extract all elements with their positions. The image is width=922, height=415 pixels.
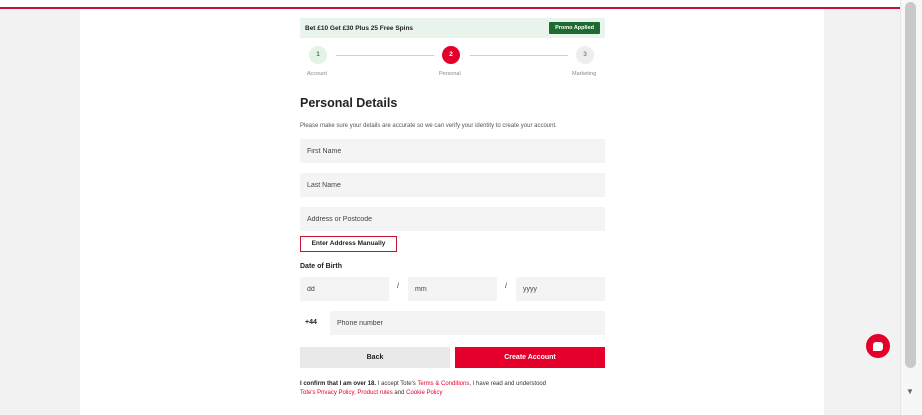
cookie-policy-link[interactable]: Cookie Policy	[406, 390, 442, 396]
step-3-circle: 3	[576, 46, 594, 64]
step-2-circle: 2	[442, 46, 460, 64]
scroll-down-arrow-icon[interactable]: ▼	[903, 386, 917, 398]
create-account-button[interactable]: Create Account	[455, 347, 605, 368]
legal-text: I accept Tote's	[376, 381, 418, 387]
phone-field	[330, 311, 605, 335]
step-1-label: Account	[307, 71, 327, 77]
header-accent-rule	[0, 7, 900, 9]
page-title: Personal Details	[300, 96, 398, 110]
promo-banner: Bet £10 Get £30 Plus 25 Free Spins Promo…	[300, 18, 605, 38]
terms-link[interactable]: Terms & Conditions	[417, 381, 469, 387]
page-subtitle: Please make sure your details are accura…	[300, 123, 557, 129]
step-2-label: Personal	[439, 71, 461, 77]
back-button[interactable]: Back	[300, 347, 450, 368]
last-name-field	[300, 173, 605, 197]
dob-day-input[interactable]	[300, 277, 389, 301]
address-input[interactable]	[300, 207, 605, 231]
stepper-connector-2	[470, 55, 568, 56]
step-3-label: Marketing	[572, 71, 597, 77]
phone-country-code: +44	[305, 319, 317, 326]
dob-label: Date of Birth	[300, 263, 342, 270]
chat-button[interactable]	[866, 334, 890, 358]
dob-separator: /	[397, 283, 399, 290]
dob-day-field	[300, 277, 389, 301]
legal-consent-text: I confirm that I am over 18. I accept To…	[300, 380, 610, 398]
dob-month-field	[408, 277, 497, 301]
first-name-field	[300, 139, 605, 163]
dob-month-input[interactable]	[408, 277, 497, 301]
stepper-connector-1	[336, 55, 434, 56]
product-rules-link[interactable]: Product rules	[357, 390, 392, 396]
promo-text: Bet £10 Get £30 Plus 25 Free Spins	[305, 24, 414, 32]
right-gutter	[824, 9, 900, 415]
legal-text: , I have read and understood	[469, 381, 547, 387]
phone-input[interactable]	[330, 311, 605, 335]
registration-stepper: 1 2 3 Account Personal Marketing	[300, 46, 605, 82]
dob-separator: /	[505, 283, 507, 290]
last-name-input[interactable]	[300, 173, 605, 197]
enter-address-manually-button[interactable]: Enter Address Manually	[300, 236, 397, 252]
privacy-policy-link[interactable]: Tote's Privacy Policy	[300, 390, 354, 396]
chat-icon	[873, 341, 883, 351]
age-confirmation: I confirm that I am over 18.	[300, 381, 377, 387]
dob-year-field	[516, 277, 605, 301]
dob-year-input[interactable]	[516, 277, 605, 301]
step-1-circle: 1	[309, 46, 327, 64]
scrollbar-thumb[interactable]	[905, 2, 916, 368]
legal-text: and	[392, 390, 407, 396]
address-field	[300, 207, 605, 231]
left-gutter	[0, 9, 80, 415]
promo-applied-badge: Promo Applied	[549, 22, 600, 34]
first-name-input[interactable]	[300, 139, 605, 163]
